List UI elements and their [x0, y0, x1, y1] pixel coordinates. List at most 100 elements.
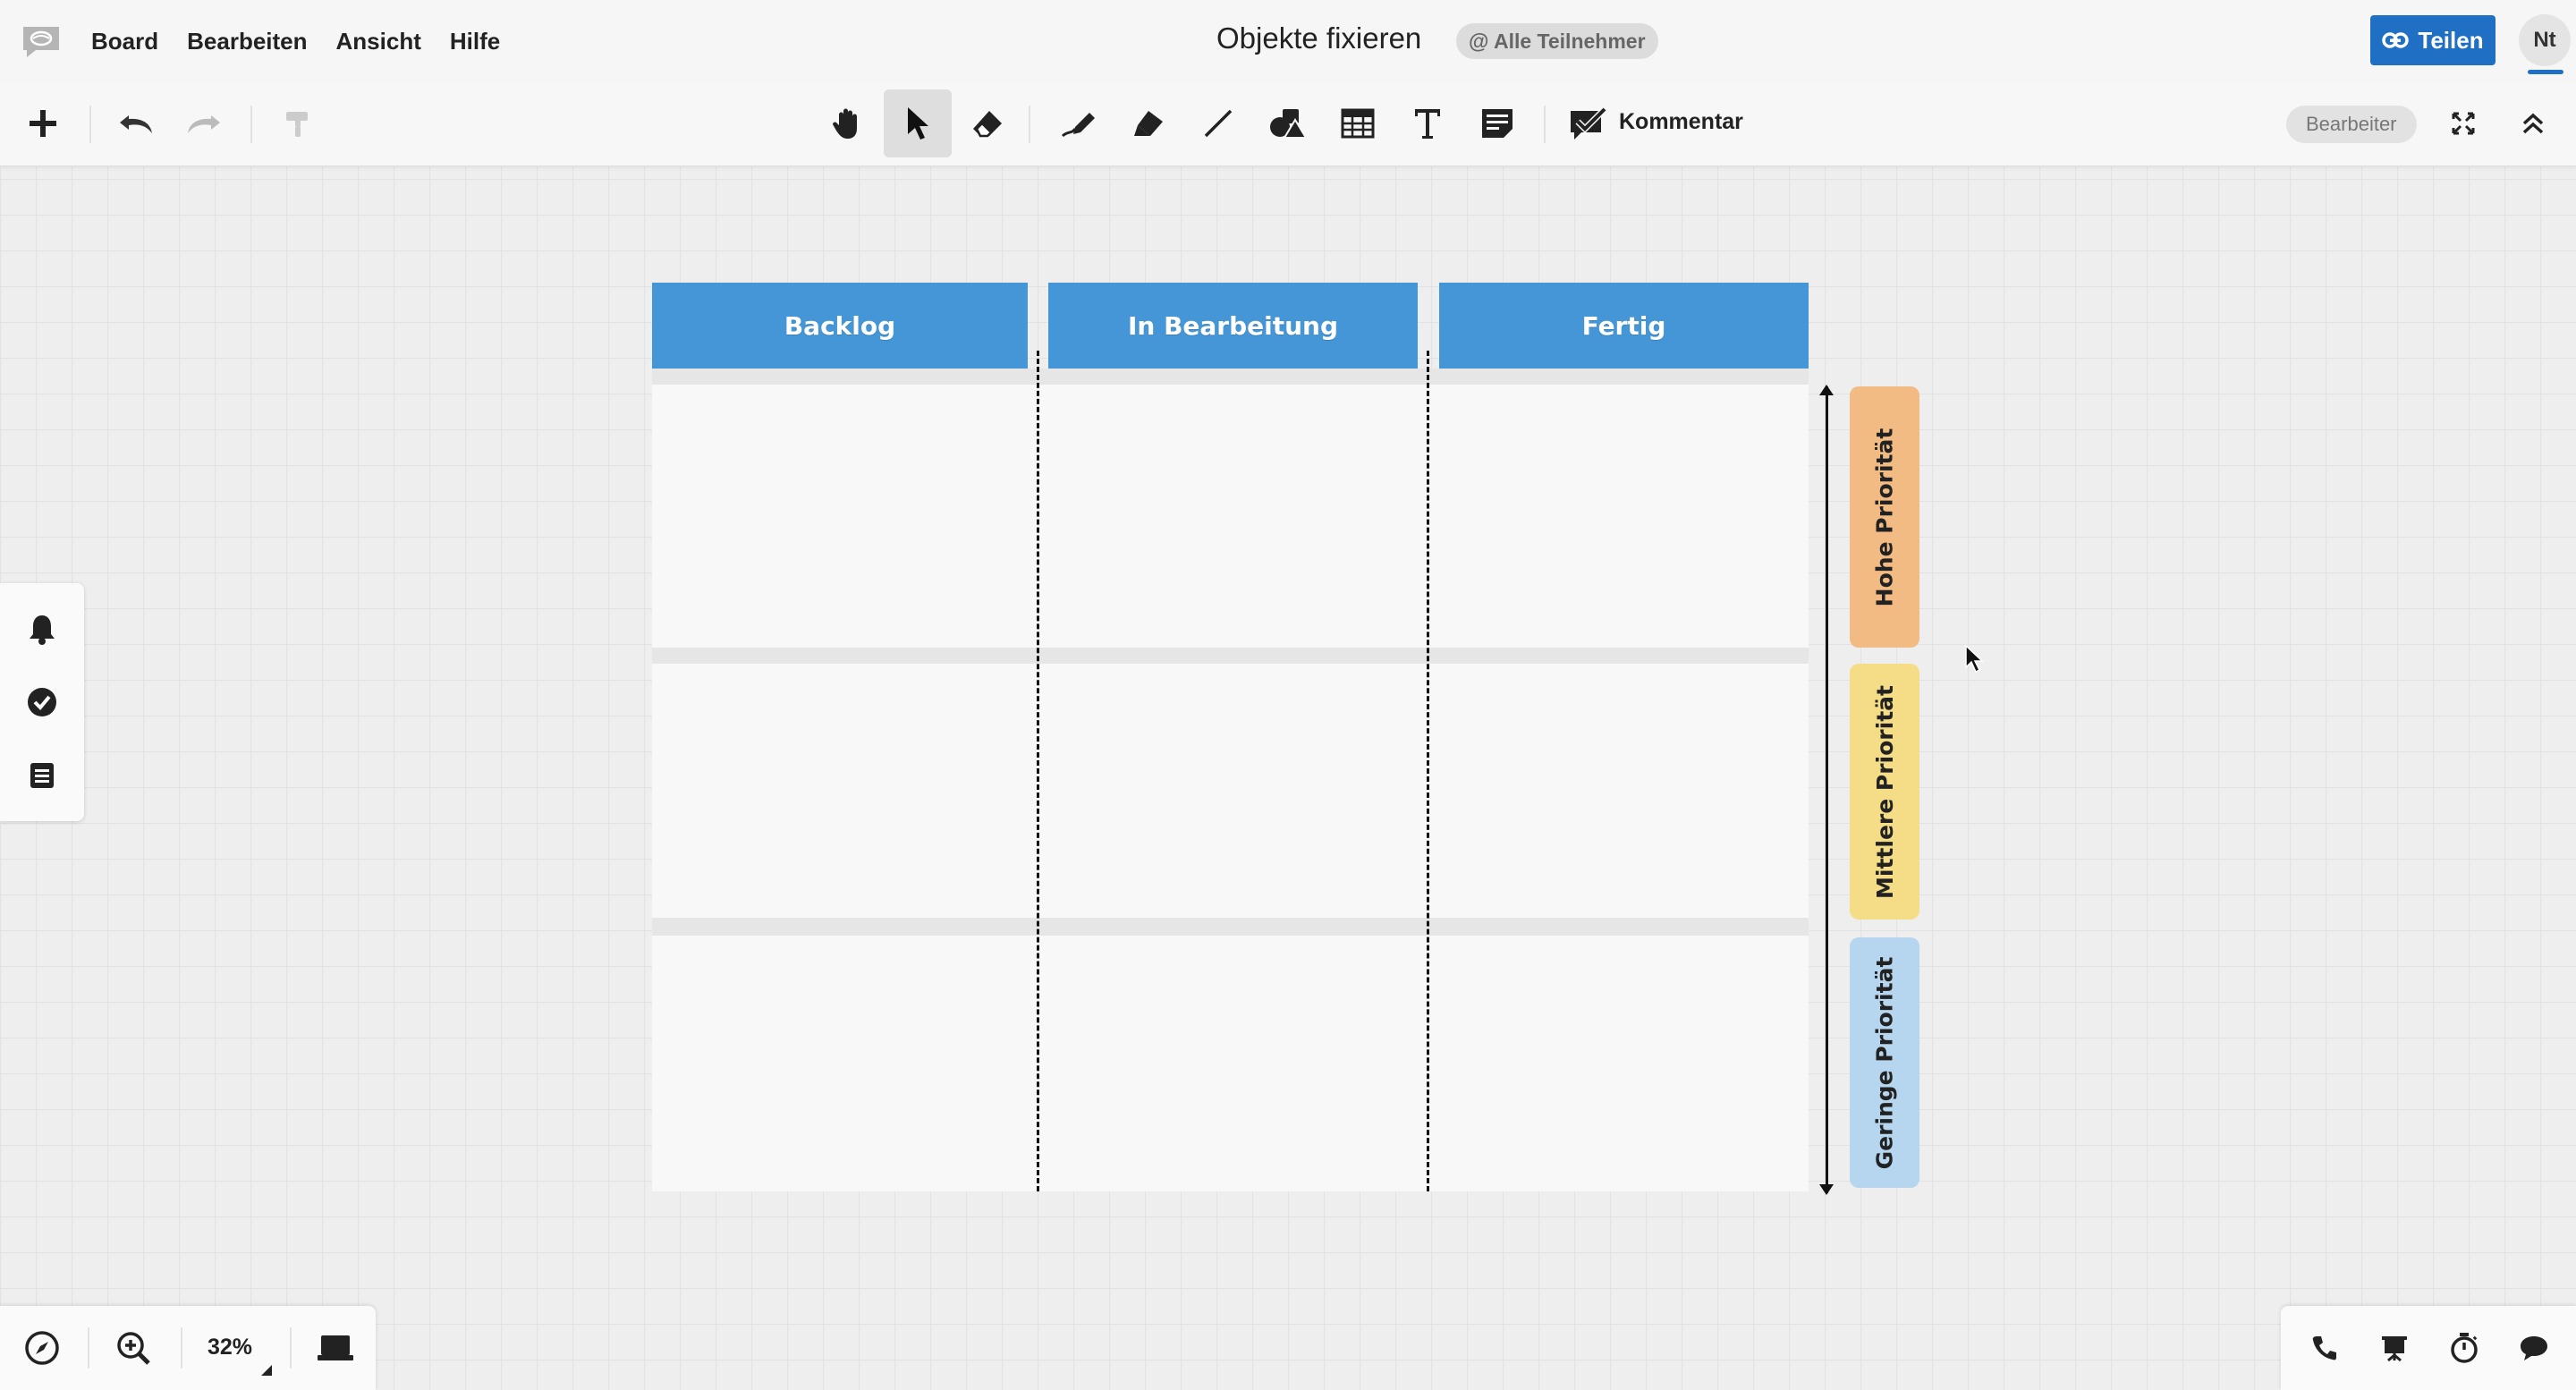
pen-tool-button[interactable] — [1045, 89, 1113, 157]
menu-board[interactable]: Board — [91, 28, 158, 55]
priority-tag-medium[interactable]: Mittlere Priorität — [1850, 664, 1919, 920]
collapse-icon — [2522, 113, 2544, 134]
priority-tag-low[interactable]: Geringe Priorität — [1850, 937, 1919, 1188]
bottom-separator — [290, 1327, 292, 1369]
zoom-dropdown-icon[interactable] — [261, 1365, 272, 1376]
menu-bar: Board Bearbeiten Ansicht Hilfe Objekte f… — [0, 0, 2576, 82]
text-tool-button[interactable] — [1394, 89, 1462, 157]
highlighter-tool-button[interactable] — [1114, 89, 1182, 157]
format-painter-icon — [286, 112, 308, 137]
eraser-tool-button[interactable] — [953, 89, 1021, 157]
comment-label[interactable]: Kommentar — [1619, 109, 1743, 135]
text-icon — [1415, 109, 1440, 139]
collapse-toolbar-button[interactable] — [2499, 89, 2567, 157]
tasks-button[interactable] — [18, 678, 66, 726]
column-header-in-progress[interactable]: In Bearbeitung — [1048, 283, 1418, 369]
sticky-note-icon — [1482, 109, 1513, 138]
fullscreen-icon — [2452, 112, 2475, 135]
bell-icon — [30, 615, 55, 645]
priority-label: Hohe Priorität — [1871, 428, 1898, 606]
toolbar-separator — [89, 106, 91, 143]
column-divider[interactable] — [1427, 351, 1429, 1191]
format-painter-button[interactable] — [263, 89, 331, 157]
column-header-backlog[interactable]: Backlog — [652, 283, 1028, 369]
hand-icon — [833, 108, 857, 139]
navigator-button[interactable] — [18, 1324, 66, 1372]
zoom-in-button[interactable] — [109, 1324, 157, 1372]
avatar-indicator — [2528, 70, 2563, 74]
phone-icon — [2312, 1336, 2336, 1360]
lane-gap — [652, 369, 1809, 385]
notifications-button[interactable] — [18, 605, 66, 653]
menu-help[interactable]: Hilfe — [450, 28, 500, 55]
comment-icon — [1571, 106, 1607, 140]
highlighter-icon — [1134, 111, 1163, 136]
bottom-right-bar — [2281, 1306, 2576, 1390]
undo-button[interactable] — [102, 89, 170, 157]
board-title[interactable]: Objekte fixieren — [1216, 21, 1421, 55]
link-icon — [2382, 32, 2410, 48]
toolbar-separator — [250, 106, 252, 143]
redo-icon — [188, 115, 220, 133]
toolbar: Kommentar Bearbeiter — [0, 82, 2576, 166]
lane-gap — [652, 648, 1809, 664]
lane-gap — [652, 918, 1809, 936]
app-logo-icon[interactable] — [20, 23, 63, 61]
table-tool-button[interactable] — [1324, 89, 1392, 157]
side-panel — [0, 583, 84, 821]
mouse-cursor-icon — [1964, 644, 1984, 674]
table-icon — [1341, 108, 1375, 139]
menu-view[interactable]: Ansicht — [336, 28, 421, 55]
list-icon — [30, 763, 54, 788]
chat-button[interactable] — [2510, 1324, 2558, 1372]
list-button[interactable] — [18, 751, 66, 800]
redo-button[interactable] — [170, 89, 238, 157]
hand-tool-button[interactable] — [814, 89, 882, 157]
sticky-note-tool-button[interactable] — [1463, 89, 1531, 157]
toolbar-separator — [1029, 106, 1030, 143]
undo-icon — [120, 115, 152, 133]
fullscreen-button[interactable] — [2429, 89, 2497, 157]
toolbar-separator — [1544, 106, 1546, 143]
shapes-tool-button[interactable] — [1254, 89, 1322, 157]
chat-icon — [2521, 1336, 2547, 1360]
pointer-icon — [908, 107, 928, 140]
bottom-separator — [181, 1327, 182, 1369]
share-button[interactable]: Teilen — [2370, 15, 2496, 65]
pen-icon — [1061, 113, 1095, 138]
menu-edit[interactable]: Bearbeiten — [187, 28, 307, 55]
add-icon — [30, 110, 56, 137]
presentation-button[interactable] — [2370, 1324, 2419, 1372]
line-icon — [1204, 109, 1233, 138]
bottom-left-bar: 32% — [0, 1306, 376, 1390]
column-divider[interactable] — [1037, 351, 1039, 1191]
add-button[interactable] — [9, 89, 77, 157]
swimlane-low[interactable] — [652, 936, 1809, 1191]
shapes-icon — [1270, 109, 1308, 139]
line-tool-button[interactable] — [1184, 89, 1252, 157]
presenter-icon — [318, 1335, 353, 1360]
presentation-icon — [2382, 1336, 2407, 1362]
priority-label: Mittlere Priorität — [1871, 684, 1898, 899]
priority-arrow-head — [1819, 1184, 1834, 1195]
timer-icon — [2451, 1333, 2478, 1363]
swimlane-medium[interactable] — [652, 664, 1809, 918]
share-label: Teilen — [2418, 26, 2484, 54]
eraser-icon — [973, 111, 1002, 138]
avatar[interactable]: Nt — [2519, 14, 2571, 66]
priority-arrow[interactable] — [1826, 386, 1828, 1193]
zoom-in-icon — [117, 1332, 150, 1365]
presenter-button[interactable] — [311, 1324, 360, 1372]
swimlane-high[interactable] — [652, 385, 1809, 648]
participants-badge[interactable]: @ Alle Teilnehmer — [1456, 23, 1658, 59]
select-tool-button[interactable] — [884, 89, 952, 157]
navigator-icon — [25, 1331, 59, 1365]
call-button[interactable] — [2301, 1324, 2349, 1372]
priority-label: Geringe Priorität — [1871, 956, 1898, 1169]
priority-tag-high[interactable]: Hohe Priorität — [1850, 386, 1919, 648]
zoom-level[interactable]: 32% — [208, 1335, 252, 1360]
column-header-done[interactable]: Fertig — [1439, 283, 1809, 369]
timer-button[interactable] — [2440, 1324, 2488, 1372]
comment-tool-button[interactable] — [1555, 89, 1623, 157]
check-circle-icon — [28, 688, 56, 716]
